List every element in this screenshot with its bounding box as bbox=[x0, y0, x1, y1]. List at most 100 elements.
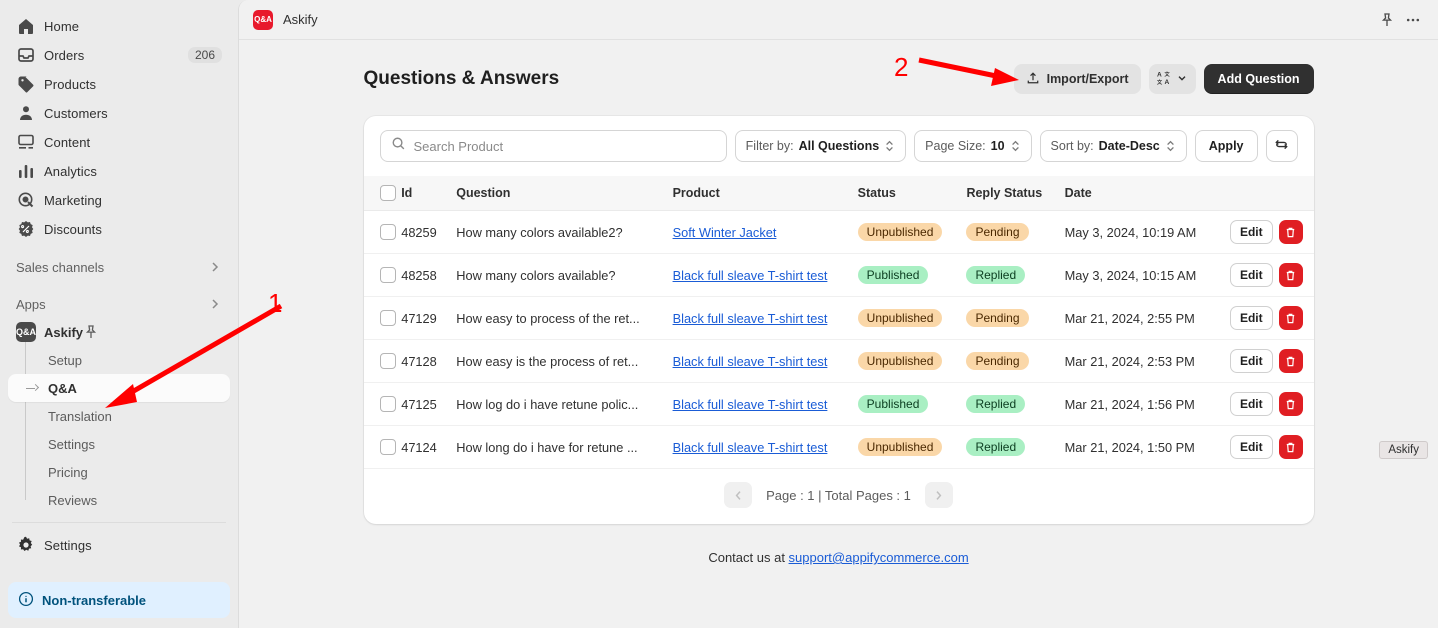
sidebar-item-label: Home bbox=[44, 18, 80, 34]
row-checkbox[interactable] bbox=[379, 353, 396, 369]
cell-id: 48258 bbox=[401, 253, 457, 297]
product-link[interactable]: Black full sleave T-shirt test bbox=[673, 311, 828, 326]
sidebar-item-label: Marketing bbox=[44, 192, 102, 208]
sidebar-item-pricing[interactable]: Pricing bbox=[8, 458, 230, 486]
product-link[interactable]: Soft Winter Jacket bbox=[673, 225, 777, 240]
sidebar-section-apps[interactable]: Apps bbox=[8, 290, 230, 318]
row-checkbox[interactable] bbox=[379, 224, 396, 240]
translate-dropdown-button[interactable]: A文文A bbox=[1148, 64, 1196, 94]
sidebar-item-reviews[interactable]: Reviews bbox=[8, 486, 230, 514]
edit-button[interactable]: Edit bbox=[1229, 435, 1273, 459]
support-email-link[interactable]: support@appifycommerce.com bbox=[789, 550, 969, 565]
discounts-icon bbox=[16, 219, 36, 239]
sidebar-item-label: Translation bbox=[48, 408, 112, 424]
import-export-button[interactable]: Import/Export bbox=[1013, 64, 1141, 94]
page-size-dropdown[interactable]: Page Size: 10 bbox=[914, 130, 1032, 162]
cell-product: Black full sleave T-shirt test bbox=[672, 425, 858, 469]
cell-actions: Edit bbox=[1229, 425, 1314, 469]
chevron-updown-icon bbox=[1165, 139, 1176, 153]
annotation-number-1: 1 bbox=[268, 288, 283, 318]
askify-logo-icon: Q&A bbox=[253, 9, 273, 30]
page-header: Questions & Answers Import/Export A文文A A… bbox=[364, 64, 1314, 94]
next-page-button[interactable] bbox=[924, 482, 953, 508]
search-input[interactable] bbox=[413, 138, 716, 154]
product-link[interactable]: Black full sleave T-shirt test bbox=[673, 354, 828, 369]
trash-icon bbox=[1286, 313, 1295, 323]
sidebar-item-analytics[interactable]: Analytics bbox=[8, 157, 230, 185]
sidebar-item-setup[interactable]: Setup bbox=[8, 346, 230, 374]
askify-logo-icon: Q&A bbox=[16, 322, 36, 342]
header-date: Date bbox=[1064, 176, 1230, 211]
pin-icon[interactable] bbox=[83, 324, 99, 340]
product-link[interactable]: Black full sleave T-shirt test bbox=[673, 397, 828, 412]
filter-by-dropdown[interactable]: Filter by: All Questions bbox=[734, 130, 907, 162]
sort-by-dropdown[interactable]: Sort by: Date-Desc bbox=[1039, 130, 1187, 162]
sidebar-item-label: Analytics bbox=[44, 163, 97, 179]
delete-button[interactable] bbox=[1278, 392, 1303, 416]
row-checkbox[interactable] bbox=[379, 310, 396, 326]
more-horizontal-icon[interactable] bbox=[1400, 7, 1426, 33]
edit-button[interactable]: Edit bbox=[1229, 306, 1273, 330]
svg-text:A: A bbox=[1164, 79, 1169, 85]
delete-button[interactable] bbox=[1278, 263, 1303, 287]
sidebar-section-sales-channels[interactable]: Sales channels bbox=[8, 253, 230, 281]
sidebar-item-translation[interactable]: Translation bbox=[8, 402, 230, 430]
edit-button[interactable]: Edit bbox=[1229, 263, 1273, 287]
sidebar-item-content[interactable]: Content bbox=[8, 128, 230, 156]
cell-id: 48259 bbox=[401, 210, 457, 254]
sidebar-item-label: Setup bbox=[48, 352, 82, 368]
cell-product: Black full sleave T-shirt test bbox=[672, 296, 858, 340]
delete-button[interactable] bbox=[1278, 349, 1303, 373]
sidebar-app-askify-row[interactable]: Q&A Askify bbox=[8, 318, 230, 346]
edit-button[interactable]: Edit bbox=[1229, 349, 1273, 373]
reply-status-badge: Replied bbox=[966, 395, 1026, 413]
cell-question: How easy to process of the ret... bbox=[456, 296, 673, 340]
apply-button[interactable]: Apply bbox=[1194, 130, 1258, 162]
add-question-label: Add Question bbox=[1217, 72, 1300, 86]
sidebar-item-products[interactable]: Products bbox=[8, 70, 230, 98]
info-icon bbox=[18, 591, 42, 610]
page-size-value: 10 bbox=[990, 139, 1005, 153]
sidebar-app-name: Askify bbox=[44, 324, 84, 340]
sidebar-item-discounts[interactable]: Discounts bbox=[8, 215, 230, 243]
row-checkbox[interactable] bbox=[379, 267, 396, 283]
cell-status: Published bbox=[857, 253, 967, 297]
cell-question: How easy is the process of ret... bbox=[456, 339, 673, 383]
delete-button[interactable] bbox=[1278, 306, 1303, 330]
sidebar-item-orders[interactable]: Orders 206 bbox=[8, 41, 230, 69]
table-body: 48259 How many colors available2? Soft Win… bbox=[363, 210, 1314, 469]
page-header-actions: Import/Export A文文A Add Question bbox=[1013, 64, 1314, 94]
refresh-button[interactable] bbox=[1265, 130, 1298, 162]
sidebar-item-settings[interactable]: Settings bbox=[8, 531, 230, 559]
trash-icon bbox=[1286, 227, 1295, 237]
row-checkbox[interactable] bbox=[379, 396, 396, 412]
cell-reply-status: Pending bbox=[966, 296, 1065, 340]
search-product-field[interactable] bbox=[379, 130, 727, 162]
marketing-icon bbox=[16, 190, 36, 210]
cell-question: How many colors available? bbox=[456, 253, 673, 297]
svg-text:文: 文 bbox=[1164, 70, 1170, 78]
reply-status-badge: Replied bbox=[966, 438, 1026, 456]
add-question-button[interactable]: Add Question bbox=[1203, 64, 1314, 94]
select-all-checkbox[interactable] bbox=[379, 185, 396, 201]
sidebar-item-settings-app[interactable]: Settings bbox=[8, 430, 230, 458]
delete-button[interactable] bbox=[1278, 220, 1303, 244]
sidebar-item-marketing[interactable]: Marketing bbox=[8, 186, 230, 214]
edit-button[interactable]: Edit bbox=[1229, 392, 1273, 416]
pin-icon[interactable] bbox=[1374, 7, 1400, 33]
edit-button[interactable]: Edit bbox=[1229, 220, 1273, 244]
product-link[interactable]: Black full sleave T-shirt test bbox=[673, 268, 828, 283]
delete-button[interactable] bbox=[1278, 435, 1303, 459]
sidebar-item-customers[interactable]: Customers bbox=[8, 99, 230, 127]
prev-page-button[interactable] bbox=[724, 482, 753, 508]
product-link[interactable]: Black full sleave T-shirt test bbox=[673, 440, 828, 455]
cell-status: Unpublished bbox=[857, 296, 967, 340]
sidebar-item-label: Q&A bbox=[48, 380, 77, 396]
sidebar-item-home[interactable]: Home bbox=[8, 12, 230, 40]
sidebar-item-label: Reviews bbox=[48, 492, 98, 508]
row-checkbox[interactable] bbox=[379, 439, 396, 455]
products-icon bbox=[16, 74, 36, 94]
sidebar-item-qa[interactable]: Q&A bbox=[8, 374, 230, 402]
apps-label: Apps bbox=[16, 296, 46, 312]
